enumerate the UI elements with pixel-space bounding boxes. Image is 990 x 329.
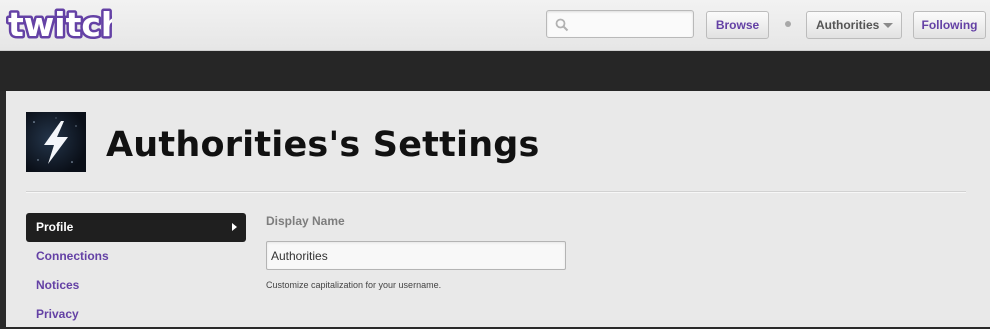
sidebar-item-label: Profile	[36, 220, 74, 234]
display-name-field[interactable]	[266, 241, 566, 270]
browse-button[interactable]: Browse	[706, 11, 769, 39]
sidebar-item-notices[interactable]: Notices	[26, 271, 246, 300]
status-dot-icon	[785, 21, 791, 27]
sidebar-item-privacy[interactable]: Privacy	[26, 300, 246, 329]
twitch-logo[interactable]: twitch	[6, 5, 112, 45]
avatar	[26, 112, 86, 172]
sidebar-item-profile[interactable]: Profile	[26, 213, 246, 242]
sidebar-item-connections[interactable]: Connections	[26, 242, 246, 271]
search-input[interactable]	[546, 10, 694, 38]
divider	[26, 191, 966, 193]
settings-sidebar: Profile Connections Notices Privacy	[26, 213, 246, 329]
svg-text:twitch: twitch	[8, 5, 112, 44]
chevron-right-icon	[232, 223, 237, 231]
search-icon	[555, 18, 569, 32]
user-menu-button[interactable]: Authorities	[806, 11, 902, 39]
settings-panel: Authorities's Settings Profile Connectio…	[6, 91, 990, 327]
user-menu-label: Authorities	[816, 18, 880, 32]
sidebar-item-label: Privacy	[36, 307, 79, 321]
chevron-down-icon	[883, 23, 893, 28]
top-navigation-bar: twitch Browse Authorities Following	[0, 0, 990, 51]
profile-banner	[0, 51, 990, 91]
page-title: Authorities's Settings	[106, 125, 540, 165]
sidebar-item-label: Notices	[36, 278, 80, 292]
lightning-bolt-icon	[33, 117, 77, 164]
following-button[interactable]: Following	[913, 11, 986, 39]
sidebar-item-label: Connections	[36, 249, 109, 263]
display-name-label: Display Name	[266, 214, 345, 228]
display-name-hint: Customize capitalization for your userna…	[266, 280, 442, 290]
